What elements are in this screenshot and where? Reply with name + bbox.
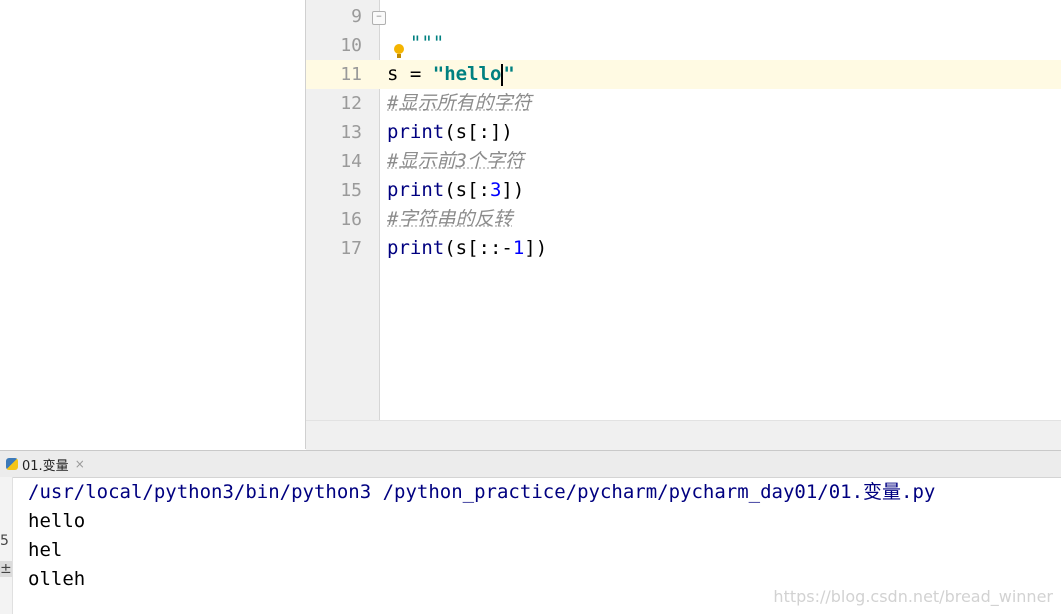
- code-token: (s[:: [444, 179, 490, 201]
- project-panel: [0, 0, 306, 449]
- toolbar-glyph[interactable]: 5: [0, 533, 9, 549]
- string-quote: ": [503, 63, 515, 85]
- code-line-11[interactable]: s = "hello ": [387, 60, 515, 89]
- code-token: ]): [501, 179, 525, 201]
- docstring-quotes: """: [409, 32, 445, 54]
- code-line-9[interactable]: """: [387, 0, 444, 58]
- code-line-15[interactable]: print(s[:3]): [387, 176, 524, 205]
- string-literal: "hello: [432, 63, 502, 85]
- line-number: 15: [340, 180, 362, 201]
- run-tab-label: 01.变量: [22, 458, 69, 474]
- line-number: 11: [340, 64, 362, 85]
- line-number: 9: [351, 6, 362, 27]
- code-token: (s[::-: [444, 237, 513, 259]
- builtin-print: print: [387, 121, 445, 143]
- python-icon: [6, 458, 18, 470]
- console-output-line: hello: [28, 510, 86, 532]
- watermark: https://blog.csdn.net/bread_winner: [773, 587, 1053, 606]
- code-line-16[interactable]: #字符串的反转: [387, 205, 512, 234]
- code-line-13[interactable]: print(s[:]): [387, 118, 513, 147]
- code-token: (s[:]): [444, 121, 513, 143]
- toolbar-glyph[interactable]: ±: [0, 561, 12, 577]
- builtin-print: print: [387, 179, 445, 201]
- code-line-17[interactable]: print(s[::-1]): [387, 234, 547, 263]
- line-number: 13: [340, 122, 362, 143]
- code-token: s =: [387, 63, 433, 85]
- console-toolbar: 5 ±: [0, 477, 13, 614]
- editor-bottom-bar: [306, 420, 1061, 450]
- console-output-line: hel: [28, 539, 63, 561]
- line-number: 16: [340, 209, 362, 230]
- console-command-line: /usr/local/python3/bin/python3 /python_p…: [28, 481, 936, 503]
- code-token: ]): [524, 237, 548, 259]
- number-literal: 1: [512, 237, 525, 259]
- code-line-14[interactable]: #显示前3个字符: [387, 147, 524, 176]
- line-number: 12: [340, 93, 362, 114]
- fold-icon[interactable]: −: [372, 11, 386, 25]
- line-number: 17: [340, 238, 362, 259]
- line-number: 14: [340, 151, 362, 172]
- console-output-line: olleh: [28, 568, 86, 590]
- builtin-print: print: [387, 237, 445, 259]
- run-tab[interactable]: 01.变量 ×: [6, 455, 85, 474]
- run-tab-bar: 01.变量 ×: [0, 450, 1061, 478]
- line-number: 10: [340, 35, 362, 56]
- code-line-12[interactable]: #显示所有的字符: [387, 89, 531, 118]
- close-icon[interactable]: ×: [75, 457, 85, 471]
- number-literal: 3: [489, 179, 502, 201]
